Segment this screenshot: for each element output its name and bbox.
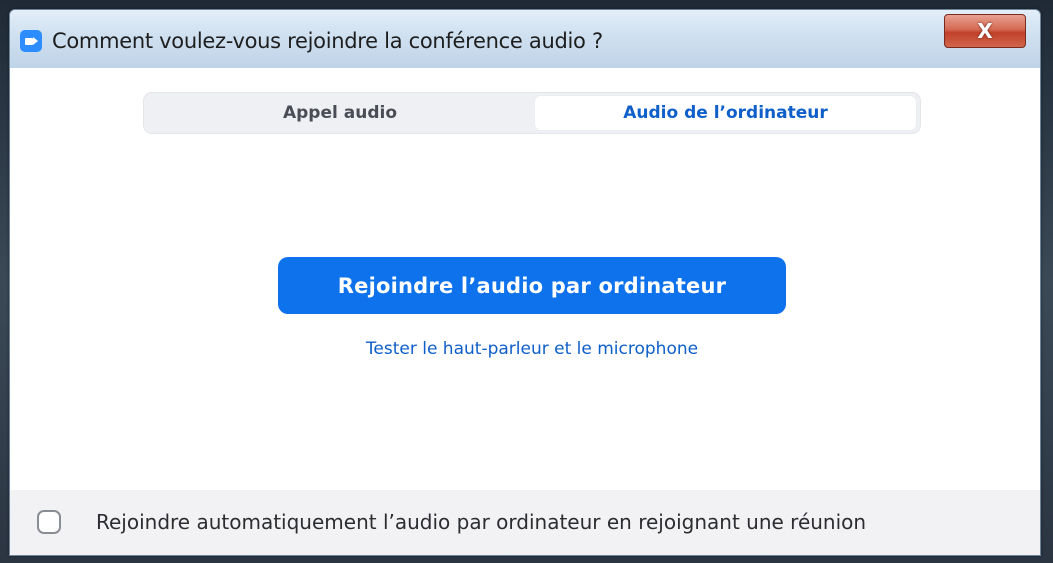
- tab-phone-audio[interactable]: Appel audio: [146, 95, 534, 131]
- zoom-camera-icon: [20, 30, 42, 52]
- test-speaker-microphone-link[interactable]: Tester le haut-parleur et le microphone: [278, 339, 786, 359]
- auto-join-label[interactable]: Rejoindre automatiquement l’audio par or…: [96, 510, 866, 534]
- audio-join-dialog: Comment voulez-vous rejoindre la confére…: [9, 9, 1041, 556]
- window-title: Comment voulez-vous rejoindre la confére…: [52, 29, 603, 53]
- auto-join-checkbox[interactable]: [37, 510, 61, 534]
- audio-mode-tabs: Appel audio Audio de l’ordinateur: [143, 92, 921, 134]
- title-bar: Comment voulez-vous rejoindre la confére…: [10, 10, 1040, 68]
- join-computer-audio-button[interactable]: Rejoindre l’audio par ordinateur: [278, 257, 786, 314]
- footer: Rejoindre automatiquement l’audio par or…: [10, 490, 1040, 555]
- dialog-content: Appel audio Audio de l’ordinateur Rejoin…: [10, 68, 1040, 555]
- close-icon: X: [977, 19, 993, 43]
- close-button[interactable]: X: [944, 14, 1026, 48]
- tab-computer-audio[interactable]: Audio de l’ordinateur: [534, 95, 917, 131]
